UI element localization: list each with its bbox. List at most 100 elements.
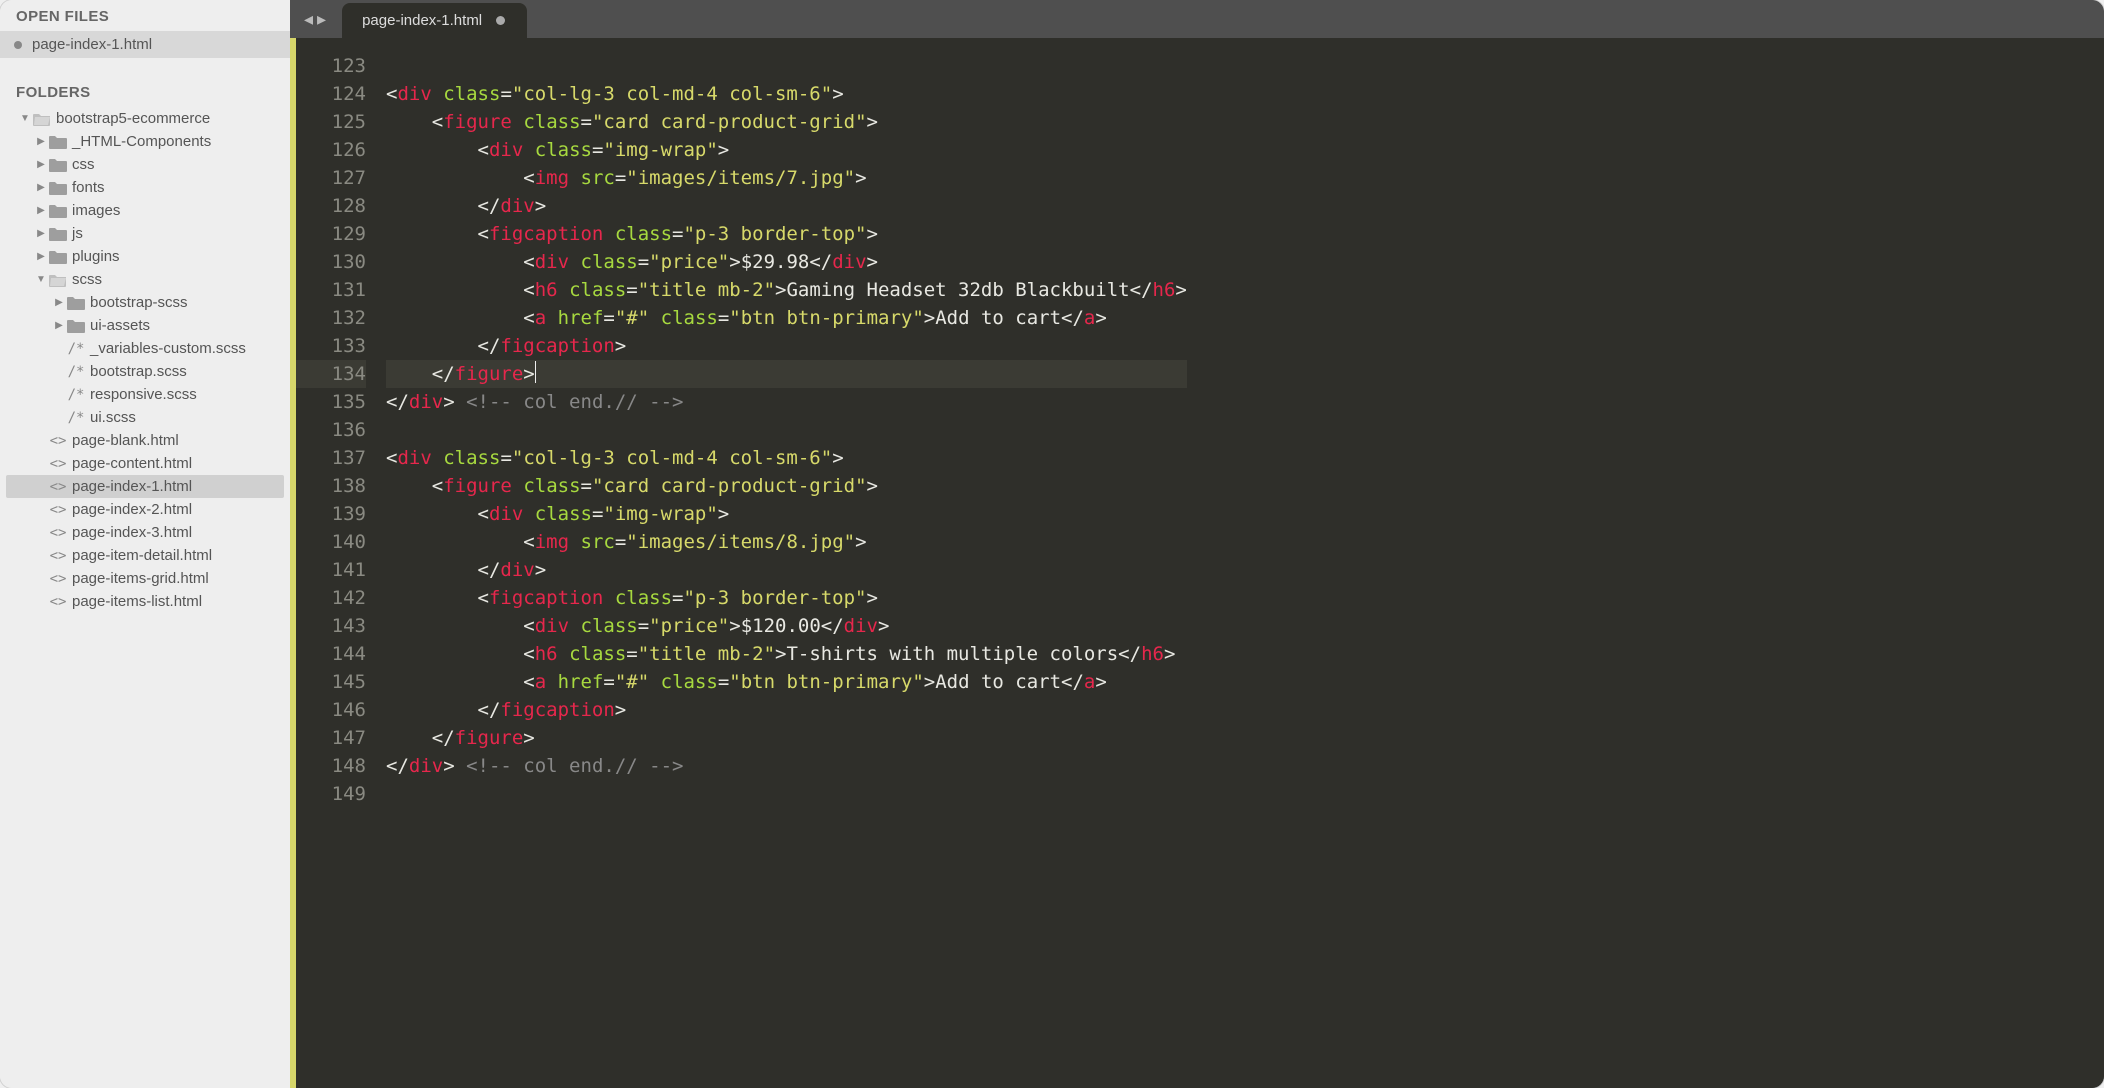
line-number: 136 — [296, 416, 366, 444]
line-number: 128 — [296, 192, 366, 220]
code-area[interactable]: 1231241251261271281291301311321331341351… — [290, 38, 2104, 1088]
disclosure-arrow-icon: ▶ — [34, 205, 48, 216]
tree-item[interactable]: <>page-index-3.html — [6, 521, 284, 544]
code-line[interactable]: </figure> — [386, 360, 1187, 388]
tree-item[interactable]: /*ui.scss — [6, 406, 284, 429]
folder-icon — [48, 158, 68, 172]
tree-label: scss — [72, 271, 102, 288]
tree-item[interactable]: ▶ ui-assets — [6, 314, 284, 337]
html-file-icon: <> — [48, 571, 68, 587]
code-line[interactable]: </div> — [386, 556, 1187, 584]
tree-label: plugins — [72, 248, 120, 265]
tree-item[interactable]: <>page-item-detail.html — [6, 544, 284, 567]
tree-item[interactable]: ▶js — [6, 222, 284, 245]
open-file-item[interactable]: page-index-1.html — [0, 31, 290, 58]
html-file-icon: <> — [48, 479, 68, 495]
code-line[interactable]: <div class="img-wrap"> — [386, 500, 1187, 528]
tree-item[interactable]: ▶fonts — [6, 176, 284, 199]
code-line[interactable]: <img src="images/items/7.jpg"> — [386, 164, 1187, 192]
code-line[interactable]: </div> — [386, 192, 1187, 220]
code-line[interactable] — [386, 52, 1187, 80]
open-files-list: page-index-1.html — [0, 31, 290, 58]
tree-item[interactable]: <>page-content.html — [6, 452, 284, 475]
tree-item[interactable]: ▼bootstrap5-ecommerce — [6, 107, 284, 130]
code-line[interactable]: <figure class="card card-product-grid"> — [386, 472, 1187, 500]
sidebar: OPEN FILES page-index-1.html FOLDERS ▼bo… — [0, 0, 290, 1088]
tree-item[interactable]: ▶css — [6, 153, 284, 176]
code-line[interactable]: </figure> — [386, 724, 1187, 752]
folder-icon — [48, 250, 68, 264]
tree-item[interactable]: <>page-index-1.html — [6, 475, 284, 498]
tree-item[interactable]: /*responsive.scss — [6, 383, 284, 406]
tree-label: page-index-2.html — [72, 501, 192, 518]
html-file-icon: <> — [48, 548, 68, 564]
code-line[interactable]: <div class="img-wrap"> — [386, 136, 1187, 164]
code-line[interactable]: <figure class="card card-product-grid"> — [386, 108, 1187, 136]
code-line[interactable]: <img src="images/items/8.jpg"> — [386, 528, 1187, 556]
code-line[interactable] — [386, 416, 1187, 444]
tree-label: page-content.html — [72, 455, 192, 472]
editor-tab[interactable]: page-index-1.html — [342, 3, 527, 38]
folder-icon — [66, 319, 86, 333]
tree-item[interactable]: /*_variables-custom.scss — [6, 337, 284, 360]
html-file-icon: <> — [48, 502, 68, 518]
tree-label: ui-assets — [90, 317, 150, 334]
line-number: 145 — [296, 668, 366, 696]
code-line[interactable]: </figcaption> — [386, 696, 1187, 724]
tree-item[interactable]: ▶ plugins — [6, 245, 284, 268]
code-line[interactable] — [386, 780, 1187, 808]
tree-label: bootstrap.scss — [90, 363, 187, 380]
code-line[interactable]: <a href="#" class="btn btn-primary">Add … — [386, 668, 1187, 696]
code-line[interactable]: </figcaption> — [386, 332, 1187, 360]
tree-label: page-index-3.html — [72, 524, 192, 541]
disclosure-arrow-icon: ▶ — [52, 320, 66, 331]
tree-label: page-items-grid.html — [72, 570, 209, 587]
tree-item[interactable]: <>page-blank.html — [6, 429, 284, 452]
line-number: 130 — [296, 248, 366, 276]
code-line[interactable]: <div class="price">$29.98</div> — [386, 248, 1187, 276]
line-number: 126 — [296, 136, 366, 164]
disclosure-arrow-icon: ▶ — [34, 251, 48, 262]
code-line[interactable]: </div> <!-- col end.// --> — [386, 388, 1187, 416]
code-line[interactable]: <h6 class="title mb-2">Gaming Headset 32… — [386, 276, 1187, 304]
code-line[interactable]: <a href="#" class="btn btn-primary">Add … — [386, 304, 1187, 332]
line-number: 141 — [296, 556, 366, 584]
tree-label: images — [72, 202, 120, 219]
disclosure-arrow-icon: ▼ — [34, 274, 48, 285]
tree-label: _variables-custom.scss — [90, 340, 246, 357]
modified-dot-icon — [496, 16, 505, 25]
tree-item[interactable]: ▶_HTML-Components — [6, 130, 284, 153]
disclosure-arrow-icon: ▶ — [34, 228, 48, 239]
html-file-icon: <> — [48, 433, 68, 449]
code-line[interactable]: <div class="col-lg-3 col-md-4 col-sm-6"> — [386, 444, 1187, 472]
disclosure-arrow-icon: ▶ — [34, 159, 48, 170]
tree-label: page-item-detail.html — [72, 547, 212, 564]
code-line[interactable]: <div class="col-lg-3 col-md-4 col-sm-6"> — [386, 80, 1187, 108]
code-line[interactable]: <figcaption class="p-3 border-top"> — [386, 220, 1187, 248]
tree-label: _HTML-Components — [72, 133, 211, 150]
line-number: 134 — [296, 360, 366, 388]
line-number: 148 — [296, 752, 366, 780]
tree-item[interactable]: ▼ scss — [6, 268, 284, 291]
tree-item[interactable]: /*bootstrap.scss — [6, 360, 284, 383]
line-number: 149 — [296, 780, 366, 808]
line-number: 124 — [296, 80, 366, 108]
line-number: 127 — [296, 164, 366, 192]
code-line[interactable]: <figcaption class="p-3 border-top"> — [386, 584, 1187, 612]
tree-item[interactable]: ▶bootstrap-scss — [6, 291, 284, 314]
code-content[interactable]: <div class="col-lg-3 col-md-4 col-sm-6">… — [376, 38, 1187, 1088]
tree-item[interactable]: <>page-index-2.html — [6, 498, 284, 521]
line-number: 144 — [296, 640, 366, 668]
tree-label: page-blank.html — [72, 432, 179, 449]
code-line[interactable]: <div class="price">$120.00</div> — [386, 612, 1187, 640]
tree-item[interactable]: <>page-items-list.html — [6, 590, 284, 613]
line-number: 137 — [296, 444, 366, 472]
tree-item[interactable]: <>page-items-grid.html — [6, 567, 284, 590]
code-line[interactable]: <h6 class="title mb-2">T-shirts with mul… — [386, 640, 1187, 668]
folder-icon — [48, 204, 68, 218]
folder-icon — [48, 181, 68, 195]
tree-item[interactable]: ▶ images — [6, 199, 284, 222]
nav-arrows[interactable]: ◂▸ — [300, 9, 342, 38]
code-line[interactable]: </div> <!-- col end.// --> — [386, 752, 1187, 780]
line-number: 135 — [296, 388, 366, 416]
